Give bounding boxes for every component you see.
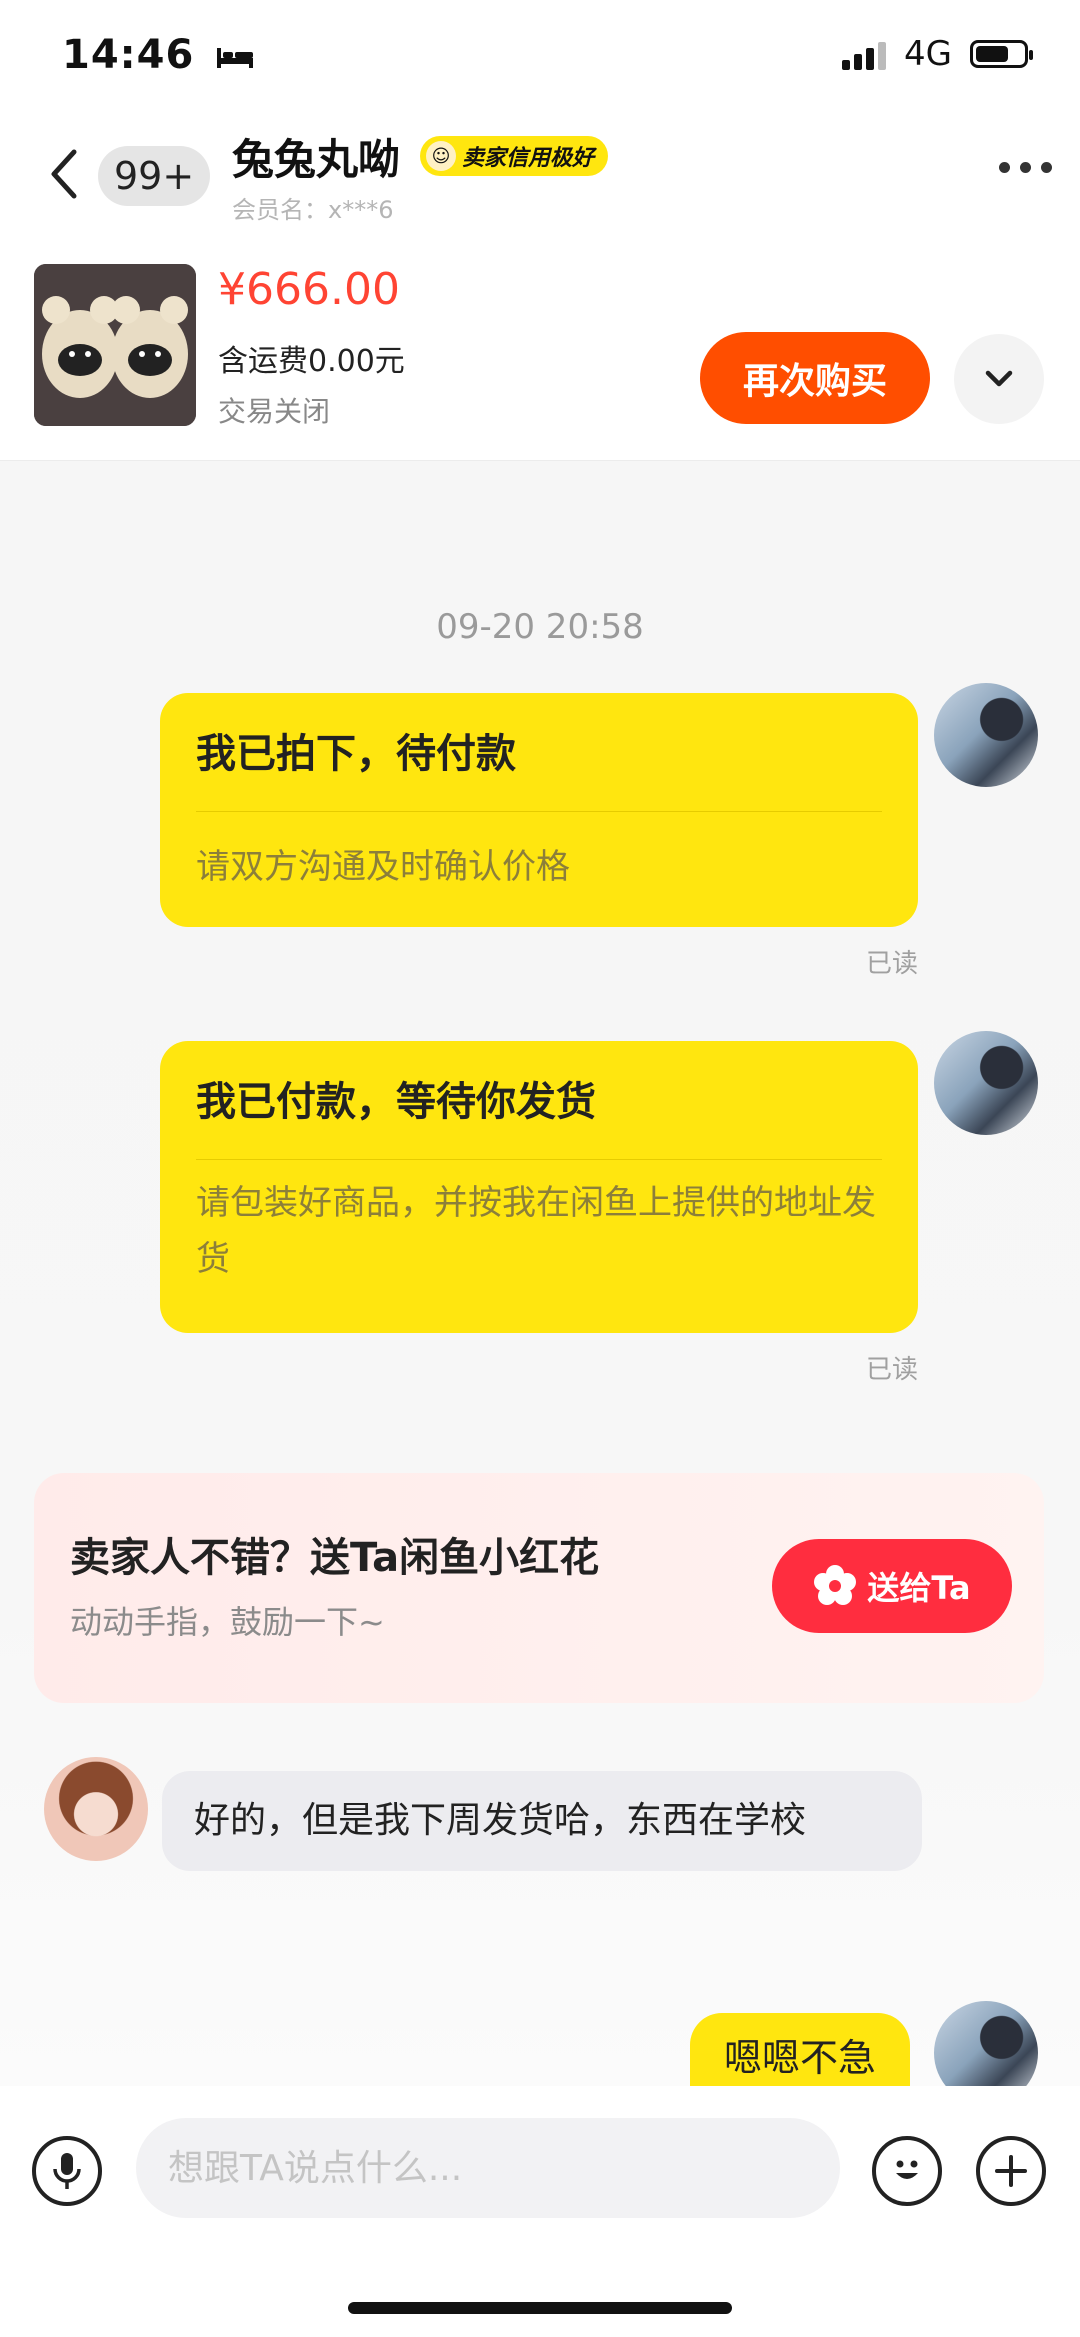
my-avatar[interactable] [934, 683, 1038, 787]
plus-icon [995, 2155, 1027, 2187]
back-button[interactable] [40, 144, 86, 204]
flower-card-title: 卖家人不错？送Ta闲鱼小红花 [70, 1535, 600, 1581]
signal-icon [842, 38, 887, 70]
more-options-button[interactable] [999, 162, 1052, 173]
flower-card-subtitle: 动动手指，鼓励一下~ [70, 1603, 385, 1641]
unread-count-badge[interactable]: 99+ [98, 146, 211, 206]
microphone-icon [53, 2153, 81, 2189]
my-avatar[interactable] [934, 2001, 1038, 2086]
seller-message-bubble[interactable]: 好的，但是我下周发货哈，东西在学校 [162, 1771, 922, 1871]
status-bar: 14:46 4G [0, 0, 1080, 118]
card-title: 我已付款，等待你发货 [196, 1079, 596, 1125]
read-status: 已读 [865, 949, 918, 979]
chevron-left-icon [51, 149, 77, 199]
more-dot-icon [999, 162, 1010, 173]
network-label: 4G [904, 34, 952, 74]
smiley-icon [896, 2160, 918, 2179]
seller-name[interactable]: 兔兔丸呦 [232, 126, 400, 187]
chat-area[interactable]: 09-20 20:58 我已拍下，待付款 请双方沟通及时确认价格 已读 我已付款… [0, 461, 1080, 2086]
battery-fill [976, 46, 1008, 62]
chat-header: 99+ 兔兔丸呦 ☺ 卖家信用极好 会员名：x***6 [0, 118, 1080, 230]
card-divider [196, 1159, 882, 1160]
read-status: 已读 [865, 1355, 918, 1385]
order-paid-card[interactable]: 我已付款，等待你发货 请包装好商品，并按我在闲鱼上提供的地址发货 [160, 1041, 918, 1333]
emoji-button[interactable] [872, 2136, 942, 2206]
card-title: 我已拍下，待付款 [196, 731, 516, 777]
rebuy-button[interactable]: 再次购买 [700, 332, 930, 424]
my-avatar[interactable] [934, 1031, 1038, 1135]
more-dot-icon [1041, 162, 1052, 173]
message-input[interactable] [136, 2118, 840, 2218]
shipping-info: 含运费0.00元 [218, 344, 405, 379]
message-timestamp: 09-20 20:58 [436, 607, 644, 647]
voice-button[interactable] [32, 2136, 102, 2206]
credit-badge-label: 卖家信用极好 [462, 146, 595, 171]
status-indicators: 4G [842, 34, 1033, 74]
trade-status: 交易关闭 [218, 395, 331, 428]
chevron-down-icon [985, 370, 1013, 387]
my-message-bubble[interactable]: 嗯嗯不急 [690, 2013, 911, 2086]
card-description: 请包装好商品，并按我在闲鱼上提供的地址发货 [196, 1183, 876, 1279]
seller-avatar[interactable] [44, 1757, 148, 1861]
bed-icon [217, 48, 254, 68]
red-flower-card: 卖家人不错？送Ta闲鱼小红花 动动手指，鼓励一下~ 送给Ta [34, 1473, 1044, 1703]
member-id: 会员名：x***6 [232, 196, 394, 224]
flower-icon [814, 1565, 857, 1605]
battery-icon [970, 40, 1033, 68]
more-dot-icon [1020, 162, 1031, 173]
card-description: 请双方沟通及时确认价格 [196, 847, 570, 887]
product-card[interactable]: ¥666.00 含运费0.00元 交易关闭 再次购买 [0, 230, 1080, 461]
input-bar [0, 2086, 1080, 2337]
order-placed-card[interactable]: 我已拍下，待付款 请双方沟通及时确认价格 [160, 693, 918, 927]
smiley-icon: ☺ [426, 141, 456, 171]
send-flower-button[interactable]: 送给Ta [772, 1539, 1012, 1633]
time-text: 14:46 [62, 32, 195, 78]
status-time: 14:46 [62, 32, 255, 78]
credit-badge[interactable]: ☺ 卖家信用极好 [420, 136, 609, 176]
expand-button[interactable] [954, 334, 1044, 424]
home-indicator[interactable] [348, 2302, 732, 2314]
card-divider [196, 811, 882, 812]
plush-bear-image [34, 264, 196, 426]
product-image[interactable] [34, 264, 196, 426]
product-price: ¥666.00 [218, 264, 400, 315]
more-actions-button[interactable] [976, 2136, 1046, 2206]
send-flower-label: 送给Ta [867, 1569, 971, 1607]
